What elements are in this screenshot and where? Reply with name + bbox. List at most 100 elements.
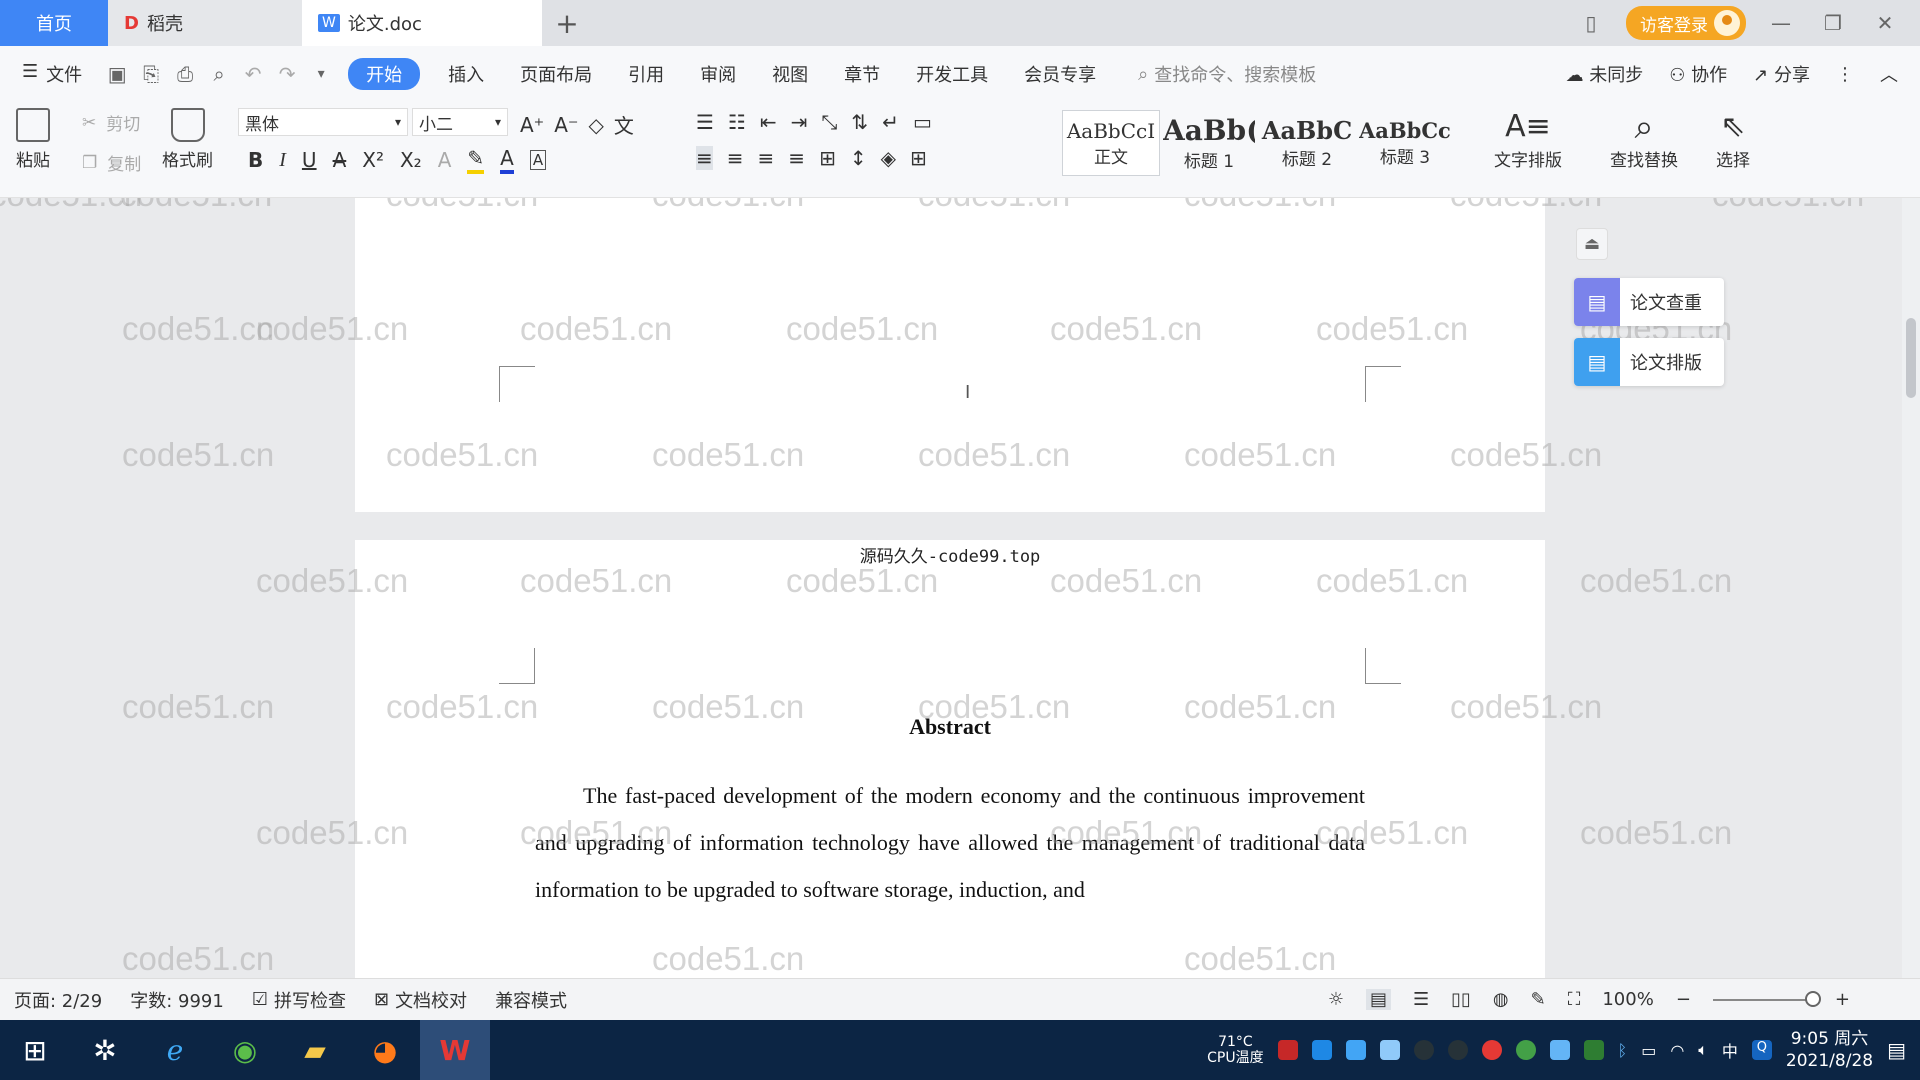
clear-format-icon[interactable]: ◇ [589, 113, 604, 137]
menu-references[interactable]: 引用 [610, 61, 682, 87]
text-direction-icon[interactable]: ⤡ [821, 110, 837, 134]
proofread-button[interactable]: ⊠ 文档校对 [360, 987, 481, 1013]
align-right-icon[interactable]: ≡ [758, 146, 775, 170]
strikethrough-icon[interactable]: A [333, 148, 347, 172]
battery-icon[interactable]: ▭ [1641, 1041, 1656, 1060]
ruler-icon[interactable]: ▭ [913, 110, 932, 134]
bullet-list-icon[interactable]: ☰ [696, 110, 714, 134]
export-icon[interactable]: ⎘ [134, 62, 168, 86]
style-heading-3[interactable]: AaBbCcl 标题 3 [1356, 110, 1454, 176]
spell-check-button[interactable]: ☑ 拼写检查 [238, 987, 360, 1013]
command-search[interactable]: ⌕ 查找命令、搜索模板 [1138, 61, 1316, 87]
italic-icon[interactable]: I [279, 149, 286, 172]
shield-icon[interactable] [1379, 1040, 1400, 1060]
more-icon[interactable]: ⋮ [1836, 64, 1854, 85]
wps-app-icon[interactable]: W [420, 1020, 490, 1080]
tab-document[interactable]: W 论文.doc [302, 0, 542, 46]
page-view-icon[interactable]: ▤ [1365, 989, 1391, 1010]
grow-font-icon[interactable]: A⁺ [520, 113, 544, 137]
minimize-icon[interactable]: — [1764, 11, 1798, 35]
text-effect-icon[interactable]: A [438, 148, 452, 172]
close-icon[interactable]: ✕ [1868, 11, 1902, 35]
justify-icon[interactable]: ≡ [788, 146, 805, 170]
tray-app-icon[interactable] [1481, 1040, 1502, 1060]
reading-view-icon[interactable]: ▯▯ [1451, 989, 1471, 1010]
collapse-ribbon-icon[interactable]: ︿ [1880, 61, 1898, 87]
word-count[interactable]: 字数: 9991 [116, 987, 238, 1013]
bluetooth-icon[interactable]: ᛒ [1618, 1041, 1628, 1060]
style-heading-1[interactable]: AaBb( 标题 1 [1160, 110, 1258, 176]
undo-icon[interactable]: ↶ [236, 62, 270, 86]
notification-icon[interactable]: ▤ [1887, 1038, 1906, 1062]
qq-icon[interactable] [1447, 1040, 1468, 1060]
menu-developer[interactable]: 开发工具 [898, 61, 1006, 87]
save-icon[interactable]: ▣ [100, 62, 134, 86]
decrease-indent-icon[interactable]: ⇤ [760, 110, 777, 134]
borders-icon[interactable]: ⊞ [910, 146, 927, 170]
tray-app-icon[interactable] [1345, 1040, 1366, 1060]
ime-indicator[interactable]: 中 [1722, 1038, 1738, 1062]
zoom-out-icon[interactable]: − [1676, 989, 1691, 1010]
tray-app-icon[interactable] [1549, 1040, 1570, 1060]
menu-home[interactable]: 开始 [348, 58, 421, 90]
shading-icon[interactable]: ◈ [881, 146, 896, 170]
clock[interactable]: 9:05 周六 2021/8/28 [1786, 1028, 1873, 1072]
window-layout-icon[interactable]: ▯ [1574, 11, 1608, 35]
ie-browser-icon[interactable]: ℯ [140, 1020, 210, 1080]
fit-page-icon[interactable]: ⛶ [1568, 989, 1581, 1010]
vertical-scrollbar[interactable] [1902, 198, 1920, 978]
font-name-select[interactable]: 黑体 ▾ [238, 108, 408, 136]
style-normal[interactable]: AaBbCcI 正文 [1062, 110, 1160, 176]
find-replace-button[interactable]: ⌕ 查找替换 [1610, 108, 1678, 171]
line-spacing-icon[interactable]: ↕ [850, 146, 867, 170]
print-preview-icon[interactable]: ⌕ [202, 62, 236, 86]
style-heading-2[interactable]: AaBbC 标题 2 [1258, 110, 1356, 176]
zoom-slider-knob[interactable] [1804, 990, 1821, 1007]
menu-chapter[interactable]: 章节 [826, 61, 898, 87]
menu-insert[interactable]: 插入 [430, 61, 502, 87]
volume-icon[interactable]: 🔈︎ [1698, 1040, 1708, 1060]
wifi-icon[interactable]: ◠ [1670, 1041, 1684, 1060]
page-2[interactable]: 源码久久-code99.top Abstract The fast-paced … [355, 540, 1545, 978]
paper-check-button[interactable]: ▤ 论文查重 [1574, 278, 1724, 326]
chevron-down-icon[interactable]: ▾ [304, 66, 338, 82]
write-mode-icon[interactable]: ✎ [1531, 989, 1546, 1010]
eye-protection-icon[interactable]: ☼ [1328, 989, 1344, 1010]
scrollbar-thumb[interactable] [1906, 318, 1916, 398]
cpu-temp-widget[interactable]: 71°C CPU温度 [1207, 1034, 1263, 1066]
select-button[interactable]: ⇖ 选择 [1716, 108, 1750, 171]
distribute-icon[interactable]: ⊞ [819, 146, 836, 170]
page-indicator[interactable]: 页面: 2/29 [0, 987, 116, 1013]
tray-app-icon[interactable] [1515, 1040, 1536, 1060]
zoom-slider[interactable] [1712, 990, 1821, 1007]
text-layout-button[interactable]: A≡ 文字排版 [1494, 108, 1562, 171]
qq-icon[interactable] [1413, 1040, 1434, 1060]
tab-home[interactable]: 首页 [0, 0, 108, 46]
tray-app-icon[interactable] [1311, 1040, 1332, 1060]
outline-view-icon[interactable]: ☰ [1413, 989, 1429, 1010]
tray-app-icon[interactable] [1277, 1040, 1298, 1060]
copy-button[interactable]: ❐ 复制 [82, 150, 141, 176]
subscript-icon[interactable]: X₂ [400, 148, 422, 172]
nvidia-icon[interactable] [1583, 1040, 1604, 1060]
green-browser-icon[interactable]: ◉ [210, 1020, 280, 1080]
numbered-list-icon[interactable]: ☷ [728, 110, 746, 134]
sync-button[interactable]: ☁ 未同步 [1566, 61, 1644, 87]
file-menu[interactable]: ☰ 文件 [0, 61, 100, 87]
char-border-icon[interactable]: A [529, 150, 547, 170]
menu-member[interactable]: 会员专享 [1006, 61, 1114, 87]
align-center-icon[interactable]: ≡ [727, 146, 744, 170]
start-windows-icon[interactable]: ⊞ [0, 1020, 70, 1080]
menu-view[interactable]: 视图 [754, 61, 826, 87]
sort-icon[interactable]: ⇅ [851, 110, 868, 134]
login-button[interactable]: 访客登录 [1626, 6, 1746, 40]
print-icon[interactable]: ⎙ [168, 62, 202, 86]
share-button[interactable]: ↗ 分享 [1753, 61, 1810, 87]
increase-indent-icon[interactable]: ⇥ [791, 110, 808, 134]
web-view-icon[interactable]: ◍ [1493, 989, 1509, 1010]
superscript-icon[interactable]: X² [362, 148, 384, 172]
font-color-icon[interactable]: A [500, 146, 514, 174]
page-1[interactable]: I [355, 198, 1545, 512]
media-app-icon[interactable]: ◕ [350, 1020, 420, 1080]
line-break-icon[interactable]: ↵ [882, 110, 899, 134]
